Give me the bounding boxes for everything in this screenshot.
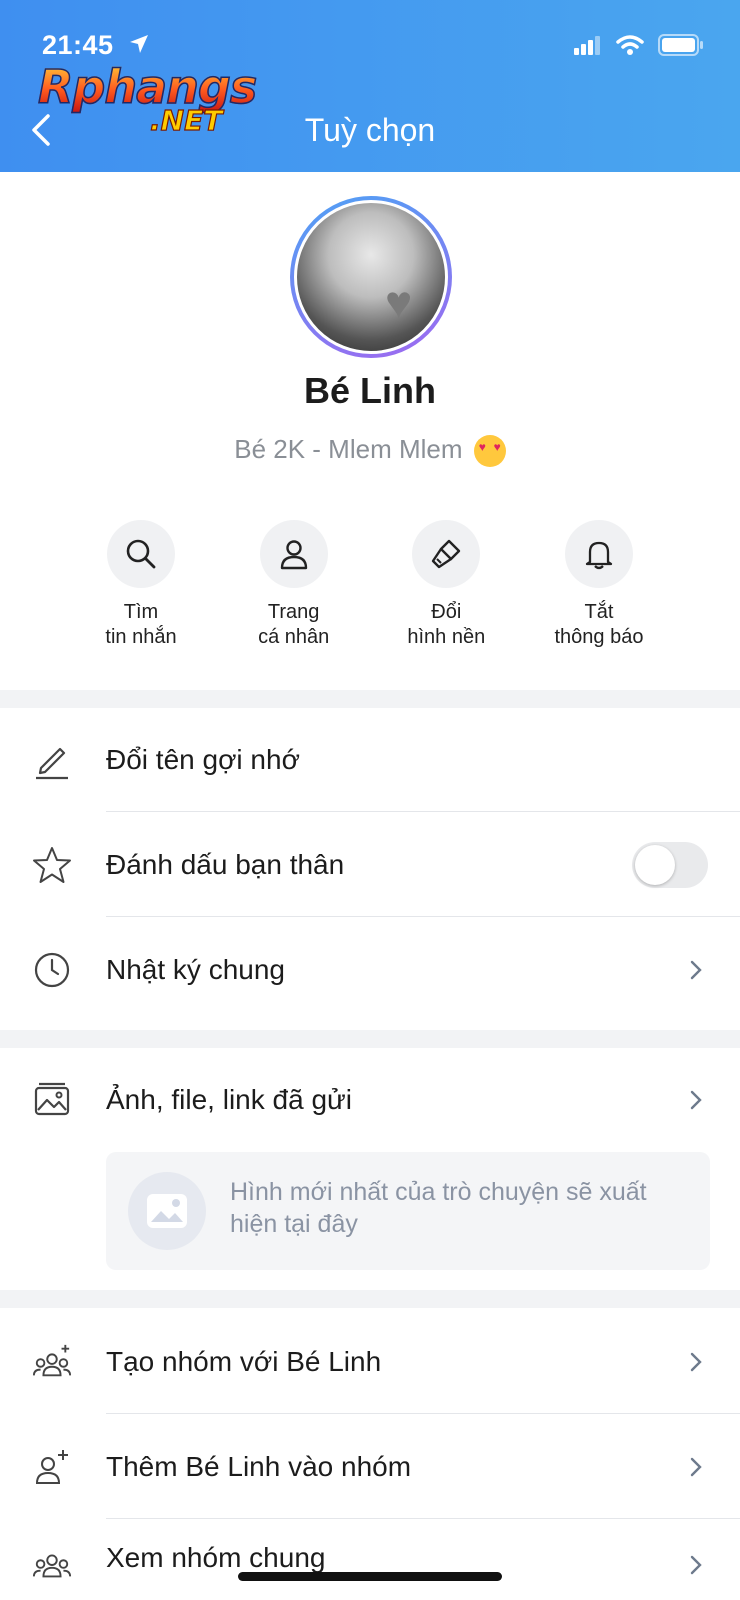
search-icon [107, 520, 175, 588]
divider [106, 916, 740, 917]
chevron-right-icon [690, 960, 702, 980]
best-friend-toggle[interactable] [632, 842, 708, 888]
add-to-group-label: Thêm Bé Linh vào nhóm [106, 1451, 412, 1482]
action-label: Tắt thông báo [554, 601, 644, 648]
profile-status: Bé 2K - Mlem Mlem [0, 434, 740, 468]
battery-icon [658, 34, 703, 56]
avatar-image: ♥ [294, 200, 448, 354]
action-change-wallpaper[interactable]: Đổi hình nền [371, 520, 521, 650]
quick-actions: Tìm tin nhắn Trang cá nhân Đổi hình nền Tắt… [66, 520, 674, 650]
divider [106, 1518, 740, 1519]
watermark-main: Rphangs [37, 59, 258, 115]
clock-icon [32, 950, 72, 990]
media-placeholder-text: Hình mới nhất của trò chuyện sẽ xuất hiệ… [230, 1178, 647, 1238]
chevron-right-icon [690, 1457, 702, 1477]
create-group-row[interactable]: Tạo nhóm với Bé Linh [0, 1310, 740, 1414]
home-indicator [238, 1572, 502, 1581]
add-to-group-row[interactable]: Thêm Bé Linh vào nhóm [0, 1415, 740, 1519]
action-label: Trang cá nhân [258, 601, 330, 648]
common-groups-label: Xem nhóm chung [106, 1542, 326, 1573]
profile-status-text: Bé 2K - Mlem Mlem [234, 434, 463, 464]
action-search-messages[interactable]: Tìm tin nhắn [66, 520, 216, 650]
action-mute-notifications[interactable]: Tắt thông báo [524, 520, 674, 650]
group-icon [32, 1545, 72, 1585]
person-icon [259, 520, 328, 588]
shared-diary-label: Nhật ký chung [106, 954, 285, 985]
image-placeholder-icon [128, 1172, 206, 1250]
location-arrow-icon [130, 35, 148, 53]
action-label: Tìm tin nhắn [105, 601, 177, 648]
best-friend-row: Đánh dấu bạn thân [0, 813, 740, 917]
divider [106, 811, 740, 812]
common-groups-row[interactable]: Xem nhóm chung [0, 1520, 740, 1600]
heart-sticker-icon: ♥ [385, 276, 413, 328]
action-label: Đổi hình nền [407, 601, 486, 648]
section-separator [0, 1030, 740, 1048]
bell-icon [564, 520, 633, 588]
rename-label: Đổi tên gợi nhớ [106, 744, 300, 775]
rename-row[interactable]: Đổi tên gợi nhớ [0, 708, 740, 812]
chevron-right-icon [690, 1090, 702, 1110]
create-group-label: Tạo nhóm với Bé Linh [106, 1346, 382, 1377]
pencil-icon [32, 740, 72, 780]
toggle-knob [635, 845, 675, 885]
chevron-right-icon [690, 1555, 702, 1574]
section-separator [0, 1290, 740, 1308]
divider [106, 1413, 740, 1414]
best-friend-label: Đánh dấu bạn thân [106, 849, 345, 880]
shared-diary-row[interactable]: Nhật ký chung [0, 918, 740, 1022]
photo-folder-icon [32, 1080, 72, 1120]
group-add-icon [32, 1342, 72, 1382]
cellular-signal-icon [574, 36, 600, 55]
paintbrush-icon [412, 520, 481, 588]
media-preview-box[interactable]: Hình mới nhất của trò chuyện sẽ xuất hiệ… [106, 1152, 710, 1270]
star-icon [32, 845, 72, 885]
page-title: Tuỳ chọn [304, 112, 436, 148]
status-indicators [574, 34, 704, 56]
status-time: 21:45 [42, 30, 114, 60]
media-row[interactable]: Ảnh, file, link đã gửi [0, 1048, 740, 1152]
chevron-right-icon [690, 1352, 702, 1372]
person-add-icon [32, 1447, 72, 1487]
heart-eyes-emoji-icon [473, 435, 506, 468]
header-bar: 21:45 Rphangs .NET Tuỳ chọn [0, 0, 740, 172]
avatar[interactable]: ♥ [290, 196, 452, 358]
wifi-icon [616, 35, 644, 55]
profile-name: Bé Linh [304, 370, 436, 411]
action-profile-page[interactable]: Trang cá nhân [219, 520, 369, 650]
section-separator [0, 690, 740, 708]
media-label: Ảnh, file, link đã gửi [106, 1084, 352, 1115]
